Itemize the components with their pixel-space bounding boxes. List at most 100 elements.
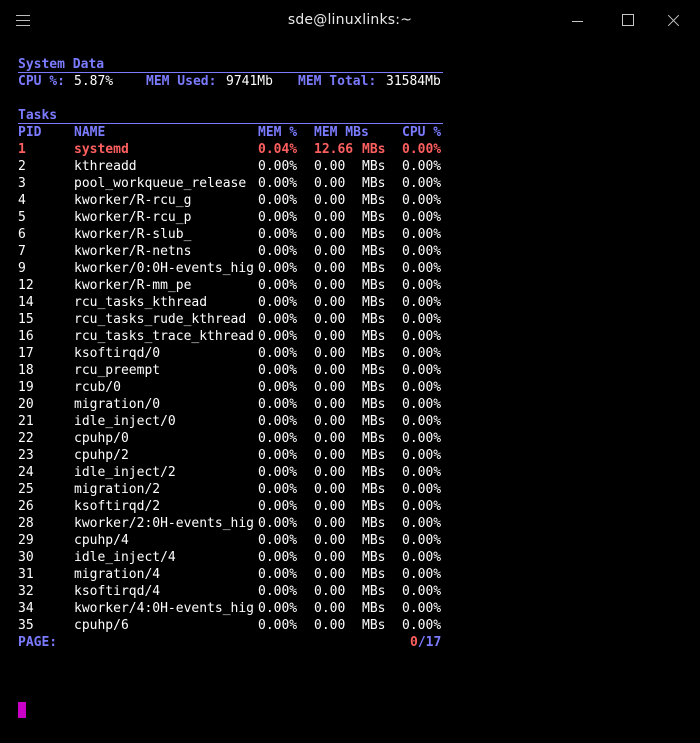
mem-pct-column-header: MEM % [258, 125, 298, 140]
task-mem-unit: MBs [362, 227, 386, 242]
task-name: idle_inject/4 [74, 550, 176, 565]
mem-used-label: MEM Used: [146, 74, 217, 89]
task-name: rcu_tasks_kthread [74, 295, 208, 310]
task-mem-mbs: 0.00 [314, 550, 346, 565]
task-cpu-pct: 0.00% [402, 142, 442, 157]
task-cpu-pct: 0.00% [402, 431, 442, 446]
task-cpu-pct: 0.00% [402, 533, 442, 548]
task-cpu-pct: 0.00% [402, 244, 442, 259]
task-pid: 4 [18, 193, 26, 208]
close-button[interactable] [663, 10, 685, 32]
task-mem-mbs: 0.00 [314, 363, 346, 378]
tasks-heading: Tasks [18, 107, 444, 124]
task-mem-unit: MBs [362, 482, 386, 497]
task-pid: 18 [18, 363, 34, 378]
task-cpu-pct: 0.00% [402, 465, 442, 480]
task-mem-unit: MBs [362, 244, 386, 259]
task-pid: 14 [18, 295, 34, 310]
task-cpu-pct: 0.00% [402, 193, 442, 208]
task-name: kworker/R-netns [74, 244, 192, 259]
minimize-button[interactable] [567, 10, 589, 32]
task-row: 15 rcu_tasks_rude_kthread 0.00% 0.00 MBs 0.00… [18, 311, 444, 328]
mem-total-value: 31584Mb [386, 74, 441, 89]
task-row: 34 kworker/4:0H-events_hig 0.00% 0.00 MBs 0.0… [18, 600, 444, 617]
task-mem-mbs: 0.00 [314, 499, 346, 514]
task-name: cpuhp/0 [74, 431, 129, 446]
task-row: 14 rcu_tasks_kthread 0.00% 0.00 MBs 0.00% [18, 294, 444, 311]
task-mem-pct: 0.04% [258, 142, 298, 157]
task-pid: 2 [18, 159, 26, 174]
task-mem-pct: 0.00% [258, 295, 298, 310]
task-mem-unit: MBs [362, 601, 386, 616]
task-mem-mbs: 0.00 [314, 516, 346, 531]
task-row: 21 idle_inject/0 0.00% 0.00 MBs 0.00% [18, 413, 444, 430]
task-mem-pct: 0.00% [258, 278, 298, 293]
task-name: kworker/R-rcu_g [74, 193, 192, 208]
task-mem-unit: MBs [362, 448, 386, 463]
task-cpu-pct: 0.00% [402, 176, 442, 191]
task-cpu-pct: 0.00% [402, 584, 442, 599]
task-mem-unit: MBs [362, 533, 386, 548]
terminal-cursor [18, 702, 26, 718]
task-mem-mbs: 0.00 [314, 465, 346, 480]
mem-mbs-column-header: MEM MBs [314, 125, 369, 140]
task-mem-unit: MBs [362, 142, 386, 157]
task-cpu-pct: 0.00% [402, 346, 442, 361]
task-mem-pct: 0.00% [258, 363, 298, 378]
task-mem-unit: MBs [362, 261, 386, 276]
mem-total-label: MEM Total: [298, 74, 377, 89]
task-name: idle_inject/0 [74, 414, 176, 429]
task-name: migration/2 [74, 482, 161, 497]
task-mem-pct: 0.00% [258, 533, 298, 548]
task-mem-pct: 0.00% [258, 431, 298, 446]
task-cpu-pct: 0.00% [402, 329, 442, 344]
task-row: 26 ksoftirqd/2 0.00% 0.00 MBs 0.00% [18, 498, 444, 515]
task-mem-pct: 0.00% [258, 193, 298, 208]
task-mem-pct: 0.00% [258, 601, 298, 616]
task-name: rcu_tasks_trace_kthread [74, 329, 255, 344]
task-mem-pct: 0.00% [258, 516, 298, 531]
task-pid: 34 [18, 601, 34, 616]
task-name: rcub/0 [74, 380, 121, 395]
task-pid: 19 [18, 380, 34, 395]
task-name: kworker/R-mm_pe [74, 278, 192, 293]
task-row: 17 ksoftirqd/0 0.00% 0.00 MBs 0.00% [18, 345, 444, 362]
task-pid: 6 [18, 227, 26, 242]
task-mem-mbs: 0.00 [314, 227, 346, 242]
title-bar: sde@linuxlinks:~ [0, 0, 700, 44]
task-pid: 17 [18, 346, 34, 361]
task-mem-pct: 0.00% [258, 227, 298, 242]
task-mem-unit: MBs [362, 618, 386, 633]
task-row: 35 cpuhp/6 0.00% 0.00 MBs 0.00% [18, 617, 444, 634]
task-row: 4 kworker/R-rcu_g 0.00% 0.00 MBs 0.00% [18, 192, 444, 209]
task-mem-mbs: 0.00 [314, 278, 346, 293]
task-mem-unit: MBs [362, 210, 386, 225]
terminal-output: System Data CPU %: 5.87% MEM Used: 9741M… [18, 56, 444, 651]
task-mem-pct: 0.00% [258, 584, 298, 599]
task-name: cpuhp/2 [74, 448, 129, 463]
maximize-button[interactable] [617, 10, 639, 32]
task-row: 12 kworker/R-mm_pe 0.00% 0.00 MBs 0.00% [18, 277, 444, 294]
cpu-label: CPU %: [18, 74, 65, 89]
task-mem-pct: 0.00% [258, 550, 298, 565]
task-cpu-pct: 0.00% [402, 516, 442, 531]
task-pid: 9 [18, 261, 26, 276]
task-mem-mbs: 0.00 [314, 261, 346, 276]
current-page: 0 [410, 635, 418, 650]
task-pid: 3 [18, 176, 26, 191]
task-mem-unit: MBs [362, 159, 386, 174]
task-mem-mbs: 0.00 [314, 329, 346, 344]
tasks-header-row: PID NAME MEM % MEM MBs CPU % [18, 124, 444, 141]
task-row: 30 idle_inject/4 0.00% 0.00 MBs 0.00% [18, 549, 444, 566]
task-mem-pct: 0.00% [258, 176, 298, 191]
task-cpu-pct: 0.00% [402, 312, 442, 327]
task-mem-unit: MBs [362, 550, 386, 565]
task-cpu-pct: 0.00% [402, 550, 442, 565]
task-mem-mbs: 0.00 [314, 346, 346, 361]
task-name: kworker/0:0H-events_hig [74, 261, 255, 276]
task-pid: 20 [18, 397, 34, 412]
task-mem-unit: MBs [362, 176, 386, 191]
task-name: idle_inject/2 [74, 465, 176, 480]
task-pid: 35 [18, 618, 34, 633]
